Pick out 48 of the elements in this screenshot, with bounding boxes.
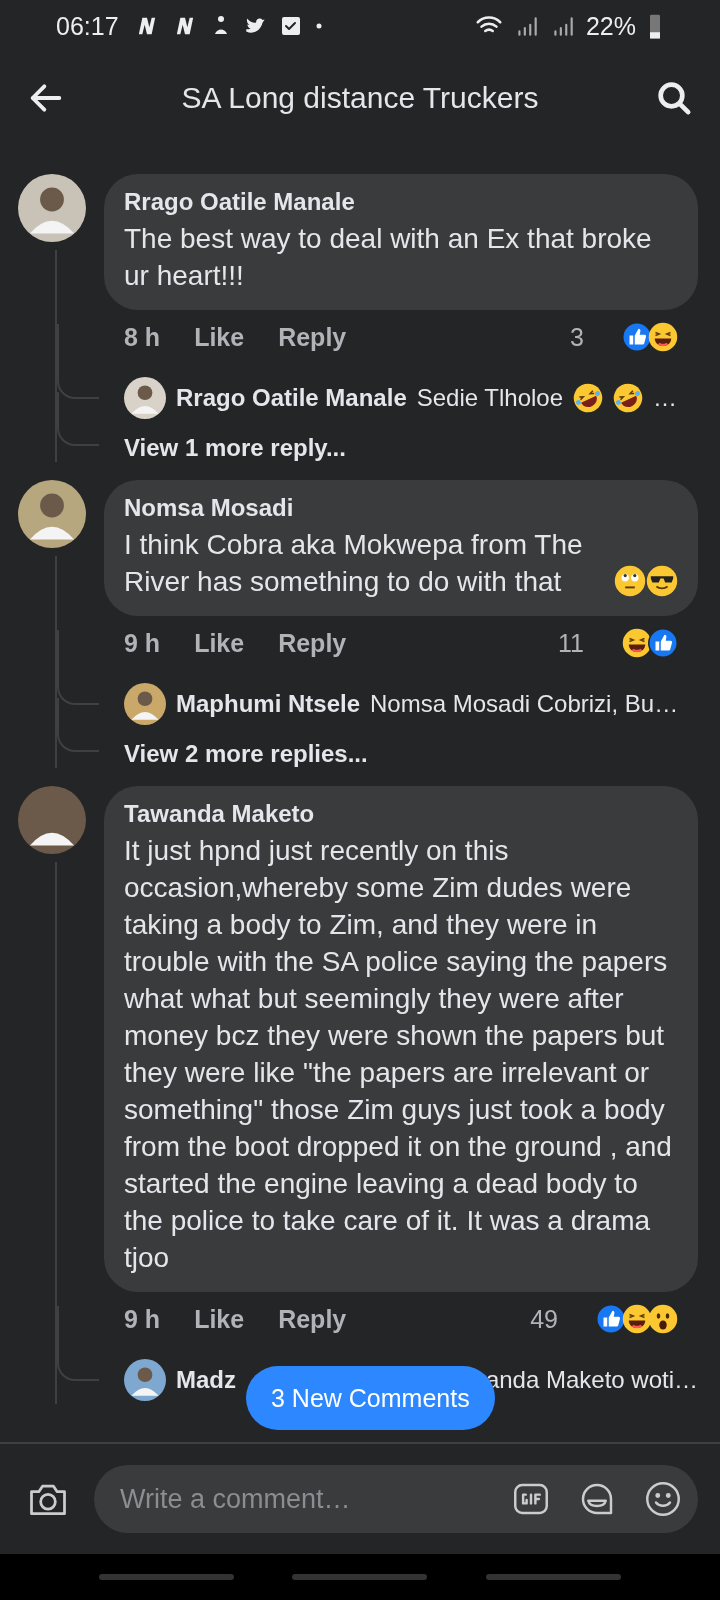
reply-text: Nomsa Mosadi Cobrizi, Bu… bbox=[370, 690, 679, 718]
comment-text: The best way to deal with an Ex that broke ur heart!!! bbox=[124, 222, 653, 293]
comment-time: 9 h bbox=[124, 628, 161, 658]
laughing-face-icon bbox=[622, 1304, 652, 1334]
reply-text: Sedie Tlholoe bbox=[416, 384, 564, 412]
like-link[interactable]: Like bbox=[194, 628, 245, 658]
reaction-count: 49 bbox=[530, 1304, 558, 1334]
eye-roll-face-icon bbox=[614, 565, 646, 597]
reply-link[interactable]: Reply bbox=[278, 628, 347, 658]
view-more-replies-link[interactable]: View 2 more replies... bbox=[124, 740, 368, 767]
ellipsis: … bbox=[653, 384, 678, 412]
thumbs-up-icon bbox=[648, 628, 678, 658]
comment-author[interactable]: Nomsa Mosadi bbox=[124, 494, 678, 522]
reply-author[interactable]: Rrago Oatile Manale bbox=[176, 384, 407, 412]
view-more-replies-link[interactable]: View 1 more reply... bbox=[124, 434, 346, 461]
avatar[interactable] bbox=[124, 1359, 166, 1401]
status-time: 06:17 bbox=[56, 11, 119, 41]
crying-laughing-face-icon bbox=[613, 383, 644, 413]
thumbs-up-icon bbox=[622, 322, 652, 352]
avatar[interactable] bbox=[18, 480, 86, 548]
reply-link[interactable]: Reply bbox=[278, 322, 347, 352]
comment-time: 8 h bbox=[124, 322, 161, 352]
comment-time: 9 h bbox=[124, 1304, 161, 1334]
avatar[interactable] bbox=[124, 683, 166, 725]
reaction-count: 11 bbox=[558, 628, 584, 658]
like-link[interactable]: Like bbox=[194, 322, 245, 352]
reaction-count: 3 bbox=[570, 322, 584, 352]
comment-author[interactable]: Rrago Oatile Manale bbox=[124, 188, 678, 216]
like-link[interactable]: Like bbox=[194, 1304, 245, 1334]
reply-author[interactable]: Madz bbox=[176, 1366, 236, 1394]
avatar[interactable] bbox=[124, 377, 166, 419]
laughing-face-icon bbox=[648, 322, 678, 352]
comment-text: It just hpnd just recently on this occasion,whereby some Zim dudes were taking a body to Zim, and they were in trouble with the SA police saying the papers what what but seemingly they were after money bcz they were shown the papers but they were like "the papers are irrelevant or something" those Zim guys just took a body from the boot dropped it on the ground , and started the engine leaving a dead body to the police to take care of it. It was a drama tjoo bbox=[124, 834, 673, 1275]
reply-author[interactable]: Maphumi Ntsele bbox=[176, 690, 361, 718]
surprised-face-icon bbox=[648, 1304, 678, 1334]
sunglasses-face-icon bbox=[646, 565, 678, 597]
laughing-face-icon bbox=[622, 628, 652, 658]
comment-input[interactable]: Write a comment… bbox=[118, 1482, 486, 1516]
avatar[interactable] bbox=[18, 786, 86, 854]
page-title: SA Long distance Truckers bbox=[180, 81, 540, 115]
reply-link[interactable]: Reply bbox=[278, 1304, 347, 1334]
thumbs-up-icon bbox=[596, 1304, 626, 1334]
battery-percent: 22% bbox=[585, 11, 636, 41]
crying-laughing-face-icon bbox=[573, 383, 604, 413]
avatar[interactable] bbox=[18, 174, 86, 242]
comment-text: I think Cobra aka Mokwepa from The River has something to do with that bbox=[124, 528, 584, 599]
comment-field[interactable]: Write a comment… bbox=[94, 1465, 698, 1533]
comment-author[interactable]: Tawanda Maketo bbox=[124, 800, 678, 828]
